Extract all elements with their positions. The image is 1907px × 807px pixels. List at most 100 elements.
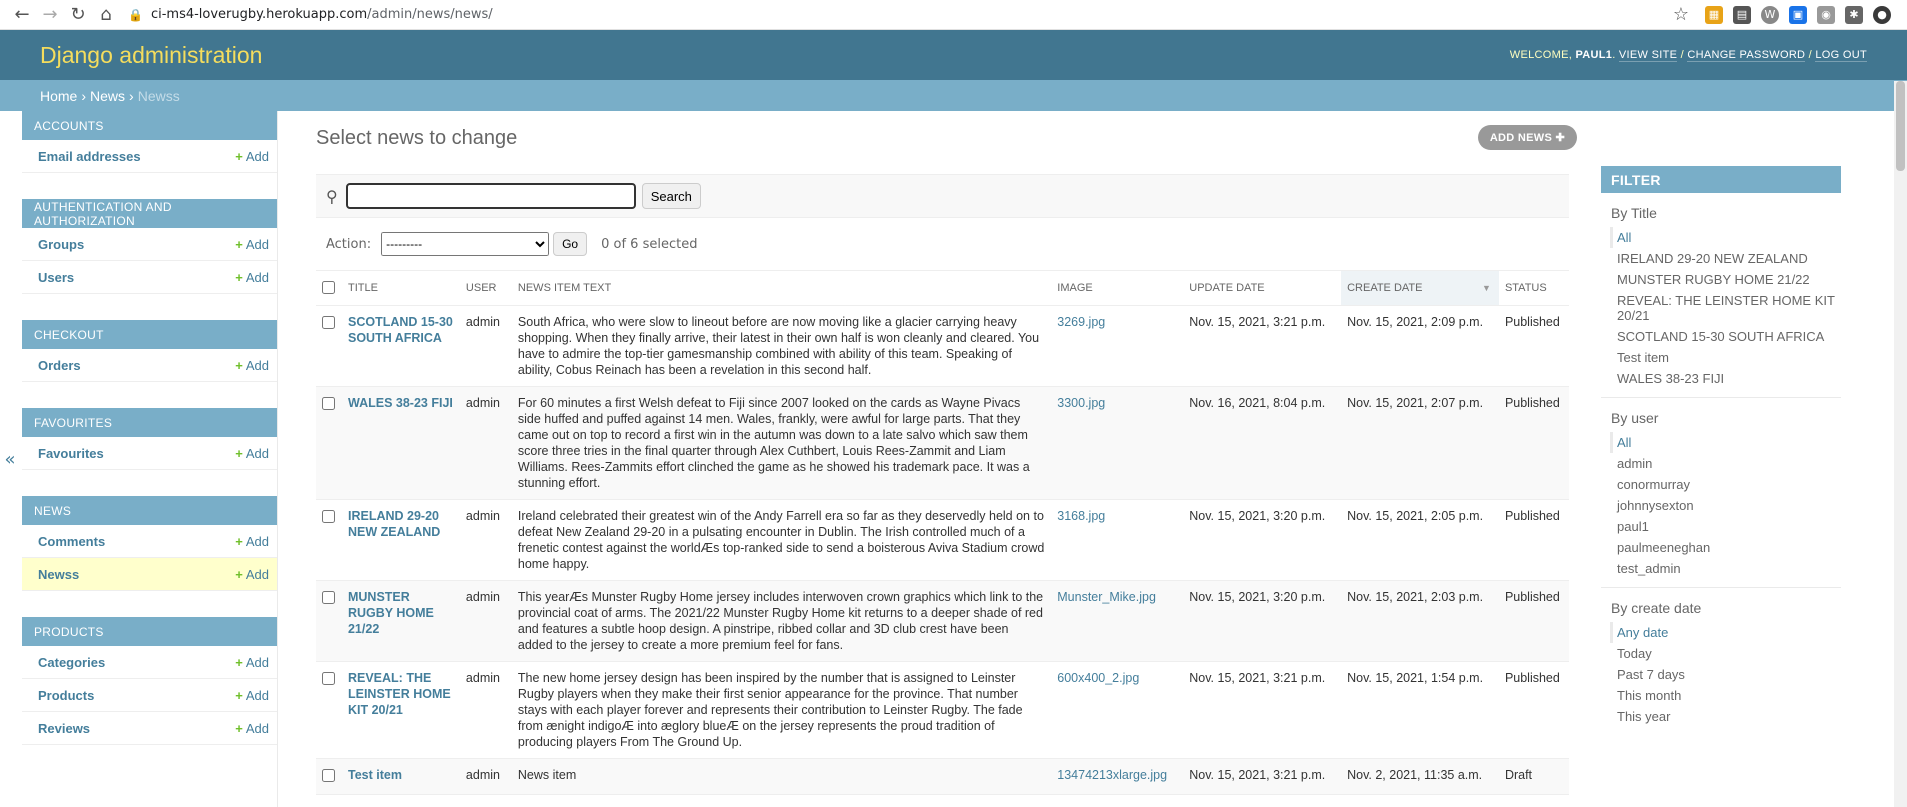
- toggle-sidebar-icon[interactable]: «: [0, 111, 20, 807]
- add-link[interactable]: + Add: [235, 721, 269, 736]
- wordpress-icon[interactable]: W: [1761, 5, 1779, 24]
- sidebar-item-label[interactable]: Newss: [38, 567, 79, 582]
- filter-option[interactable]: All: [1610, 227, 1841, 248]
- filter-option[interactable]: This month: [1615, 685, 1841, 706]
- back-arrow-icon[interactable]: ←: [8, 3, 36, 27]
- column-header-image[interactable]: IMAGE: [1051, 270, 1184, 306]
- scrollbar-thumb[interactable]: [1896, 81, 1905, 171]
- add-link[interactable]: + Add: [235, 358, 269, 373]
- page-scrollbar[interactable]: [1894, 81, 1907, 807]
- extension-icon[interactable]: ▤: [1733, 5, 1751, 24]
- column-header-user[interactable]: USER: [459, 270, 512, 306]
- filter-option[interactable]: Any date: [1610, 622, 1841, 643]
- row-checkbox[interactable]: [322, 316, 335, 329]
- forward-arrow-icon[interactable]: →: [36, 3, 64, 27]
- log-out-link[interactable]: LOG OUT: [1815, 49, 1867, 62]
- row-checkbox[interactable]: [322, 510, 335, 523]
- extension-icon[interactable]: ▣: [1789, 5, 1807, 24]
- filter-option[interactable]: REVEAL: THE LEINSTER HOME KIT 20/21: [1615, 290, 1841, 326]
- module-favourites: FAVOURITES Favourites + Add: [22, 408, 277, 470]
- filter-option[interactable]: paulmeeneghan: [1615, 537, 1841, 558]
- search-button[interactable]: Search: [641, 183, 701, 209]
- view-site-link[interactable]: VIEW SITE: [1618, 49, 1678, 62]
- title-link[interactable]: MUNSTER RUGBY HOME 21/22: [348, 590, 434, 636]
- column-header-title[interactable]: TITLE: [341, 270, 460, 306]
- add-news-button[interactable]: ADD NEWS ✚: [1477, 125, 1577, 150]
- address-bar[interactable]: 🔒 ci-ms4-loverugby.herokuapp.com/admin/n…: [128, 3, 1667, 27]
- title-link[interactable]: SCOTLAND 15-30 SOUTH AFRICA: [348, 315, 453, 345]
- bookmark-star-icon[interactable]: ☆: [1667, 3, 1695, 27]
- row-checkbox[interactable]: [322, 769, 335, 782]
- avatar[interactable]: ●: [1873, 5, 1891, 24]
- sidebar-item-label[interactable]: Favourites: [38, 446, 104, 461]
- extension-icon[interactable]: ▦: [1705, 5, 1723, 24]
- sidebar-item-label[interactable]: Groups: [38, 237, 84, 252]
- image-link[interactable]: 3269.jpg: [1057, 315, 1105, 329]
- go-button[interactable]: Go: [553, 232, 588, 256]
- title-link[interactable]: Test item: [348, 768, 402, 782]
- image-link[interactable]: 600x400_2.jpg: [1057, 671, 1139, 685]
- add-link[interactable]: + Add: [235, 655, 269, 670]
- filter-option[interactable]: test_admin: [1615, 558, 1841, 579]
- change-password-link[interactable]: CHANGE PASSWORD: [1687, 49, 1806, 62]
- filter-option[interactable]: Test item: [1615, 347, 1841, 368]
- image-link[interactable]: 3300.jpg: [1057, 396, 1105, 410]
- puzzle-icon[interactable]: ✱: [1845, 5, 1863, 24]
- sidebar-item-label[interactable]: Email addresses: [38, 149, 141, 164]
- column-header-update-date[interactable]: UPDATE DATE: [1183, 270, 1342, 306]
- reload-icon[interactable]: ↻: [64, 3, 92, 27]
- filter-option[interactable]: SCOTLAND 15-30 SOUTH AFRICA: [1615, 326, 1841, 347]
- filter-option[interactable]: This year: [1615, 706, 1841, 727]
- column-header-create-date[interactable]: CREATE DATE ▼: [1341, 270, 1499, 306]
- add-link[interactable]: + Add: [235, 446, 269, 461]
- sidebar-item-label[interactable]: Orders: [38, 358, 81, 373]
- filter-option[interactable]: paul1: [1615, 516, 1841, 537]
- add-link[interactable]: + Add: [235, 270, 269, 285]
- filter-option[interactable]: admin: [1615, 453, 1841, 474]
- filter-option[interactable]: All: [1610, 432, 1841, 453]
- image-link[interactable]: 13474213xlarge.jpg: [1057, 768, 1167, 782]
- sidebar-item-label[interactable]: Comments: [38, 534, 105, 549]
- module-caption[interactable]: CHECKOUT: [22, 320, 277, 349]
- module-caption[interactable]: PRODUCTS: [22, 617, 277, 646]
- site-brand[interactable]: Django administration: [40, 42, 262, 69]
- sort-descending-icon[interactable]: ▼: [1482, 283, 1491, 293]
- image-link[interactable]: Munster_Mike.jpg: [1057, 590, 1156, 604]
- breadcrumb-home[interactable]: Home: [40, 88, 77, 104]
- filter-option[interactable]: IRELAND 29-20 NEW ZEALAND: [1615, 248, 1841, 269]
- add-link[interactable]: + Add: [235, 567, 269, 582]
- column-header-status[interactable]: STATUS: [1498, 270, 1569, 306]
- sidebar-item-label[interactable]: Products: [38, 688, 94, 703]
- image-link[interactable]: 3168.jpg: [1057, 509, 1105, 523]
- filter-option[interactable]: Past 7 days: [1615, 664, 1841, 685]
- column-header-text[interactable]: NEWS ITEM TEXT: [511, 270, 1052, 306]
- module-caption[interactable]: FAVOURITES: [22, 408, 277, 437]
- row-checkbox[interactable]: [322, 397, 335, 410]
- filter-option[interactable]: Today: [1615, 643, 1841, 664]
- sidebar-item-label[interactable]: Reviews: [38, 721, 90, 736]
- module-caption[interactable]: ACCOUNTS: [22, 111, 277, 140]
- add-link[interactable]: + Add: [235, 688, 269, 703]
- select-all-checkbox[interactable]: [322, 281, 335, 294]
- filter-option[interactable]: conormurray: [1615, 474, 1841, 495]
- add-link[interactable]: + Add: [235, 534, 269, 549]
- camera-icon[interactable]: ◉: [1817, 5, 1835, 24]
- row-checkbox[interactable]: [322, 672, 335, 685]
- module-caption[interactable]: AUTHENTICATION AND AUTHORIZATION: [22, 199, 277, 228]
- action-select[interactable]: ---------: [381, 232, 550, 256]
- add-link[interactable]: + Add: [235, 237, 269, 252]
- sidebar-item-label[interactable]: Users: [38, 270, 74, 285]
- module-caption[interactable]: NEWS: [22, 496, 277, 525]
- breadcrumb-app[interactable]: News: [90, 88, 125, 104]
- title-link[interactable]: REVEAL: THE LEINSTER HOME KIT 20/21: [348, 671, 451, 717]
- filter-option[interactable]: MUNSTER RUGBY HOME 21/22: [1615, 269, 1841, 290]
- title-link[interactable]: IRELAND 29-20 NEW ZEALAND: [348, 509, 440, 539]
- home-icon[interactable]: ⌂: [92, 3, 120, 27]
- filter-option[interactable]: johnnysexton: [1615, 495, 1841, 516]
- add-link[interactable]: + Add: [235, 149, 269, 164]
- row-checkbox[interactable]: [322, 591, 335, 604]
- title-link[interactable]: WALES 38-23 FIJI: [348, 396, 453, 410]
- search-input[interactable]: [345, 183, 636, 209]
- filter-option[interactable]: WALES 38-23 FIJI: [1615, 368, 1841, 389]
- sidebar-item-label[interactable]: Categories: [38, 655, 105, 670]
